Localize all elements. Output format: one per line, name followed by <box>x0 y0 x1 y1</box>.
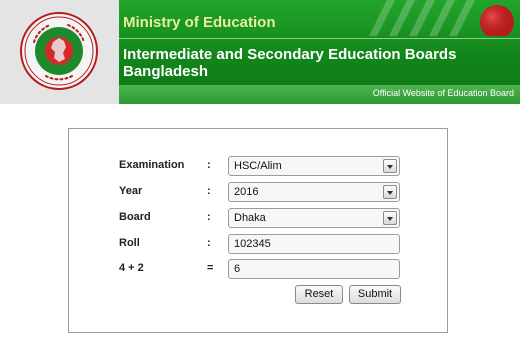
board-value: Dhaka <box>234 212 266 224</box>
official-website-text: Official Website of Education Board <box>372 88 514 98</box>
year-select[interactable]: 2016 <box>228 182 400 202</box>
result-form: Examination : HSC/Alim Year : 2016 Board… <box>68 128 448 333</box>
board-select[interactable]: Dhaka <box>228 208 400 228</box>
board-row: Board : Dhaka <box>119 208 409 228</box>
government-seal-icon <box>20 12 98 90</box>
captcha-question: 4 + 2 <box>119 262 144 274</box>
ministry-title: Ministry of Education <box>123 14 276 31</box>
year-value: 2016 <box>234 186 259 198</box>
captcha-row: 4 + 2 = 6 <box>119 259 409 279</box>
roll-label: Roll <box>119 237 140 249</box>
exam-value: HSC/Alim <box>234 160 282 172</box>
exam-label: Examination <box>119 159 185 171</box>
board-title-line2: Bangladesh <box>123 63 209 80</box>
board-label: Board <box>119 211 151 223</box>
submit-button[interactable]: Submit <box>349 285 401 304</box>
roll-input[interactable]: 102345 <box>228 234 400 254</box>
board-title: Intermediate and Secondary Education Boa… <box>123 46 503 80</box>
year-label: Year <box>119 185 143 197</box>
site-header: Ministry of Education Intermediate and S… <box>0 0 520 104</box>
header-banner: Ministry of Education Intermediate and S… <box>119 0 520 104</box>
board-title-line1: Intermediate and Secondary Education Boa… <box>123 46 457 63</box>
exam-row: Examination : HSC/Alim <box>119 156 409 176</box>
captcha-input[interactable]: 6 <box>228 259 400 279</box>
year-colon: : <box>207 185 211 197</box>
exam-select[interactable]: HSC/Alim <box>228 156 400 176</box>
roll-colon: : <box>207 237 211 249</box>
roll-row: Roll : 102345 <box>119 234 409 254</box>
year-row: Year : 2016 <box>119 182 409 202</box>
header-divider <box>119 38 520 39</box>
captcha-equals: = <box>207 262 214 274</box>
exam-colon: : <box>207 159 211 171</box>
chevron-down-icon[interactable] <box>383 159 397 173</box>
decorative-stripes <box>369 0 514 36</box>
chevron-down-icon[interactable] <box>383 185 397 199</box>
logo-area <box>0 0 119 104</box>
chevron-down-icon[interactable] <box>383 211 397 225</box>
reset-button[interactable]: Reset <box>295 285 343 304</box>
board-colon: : <box>207 211 211 223</box>
